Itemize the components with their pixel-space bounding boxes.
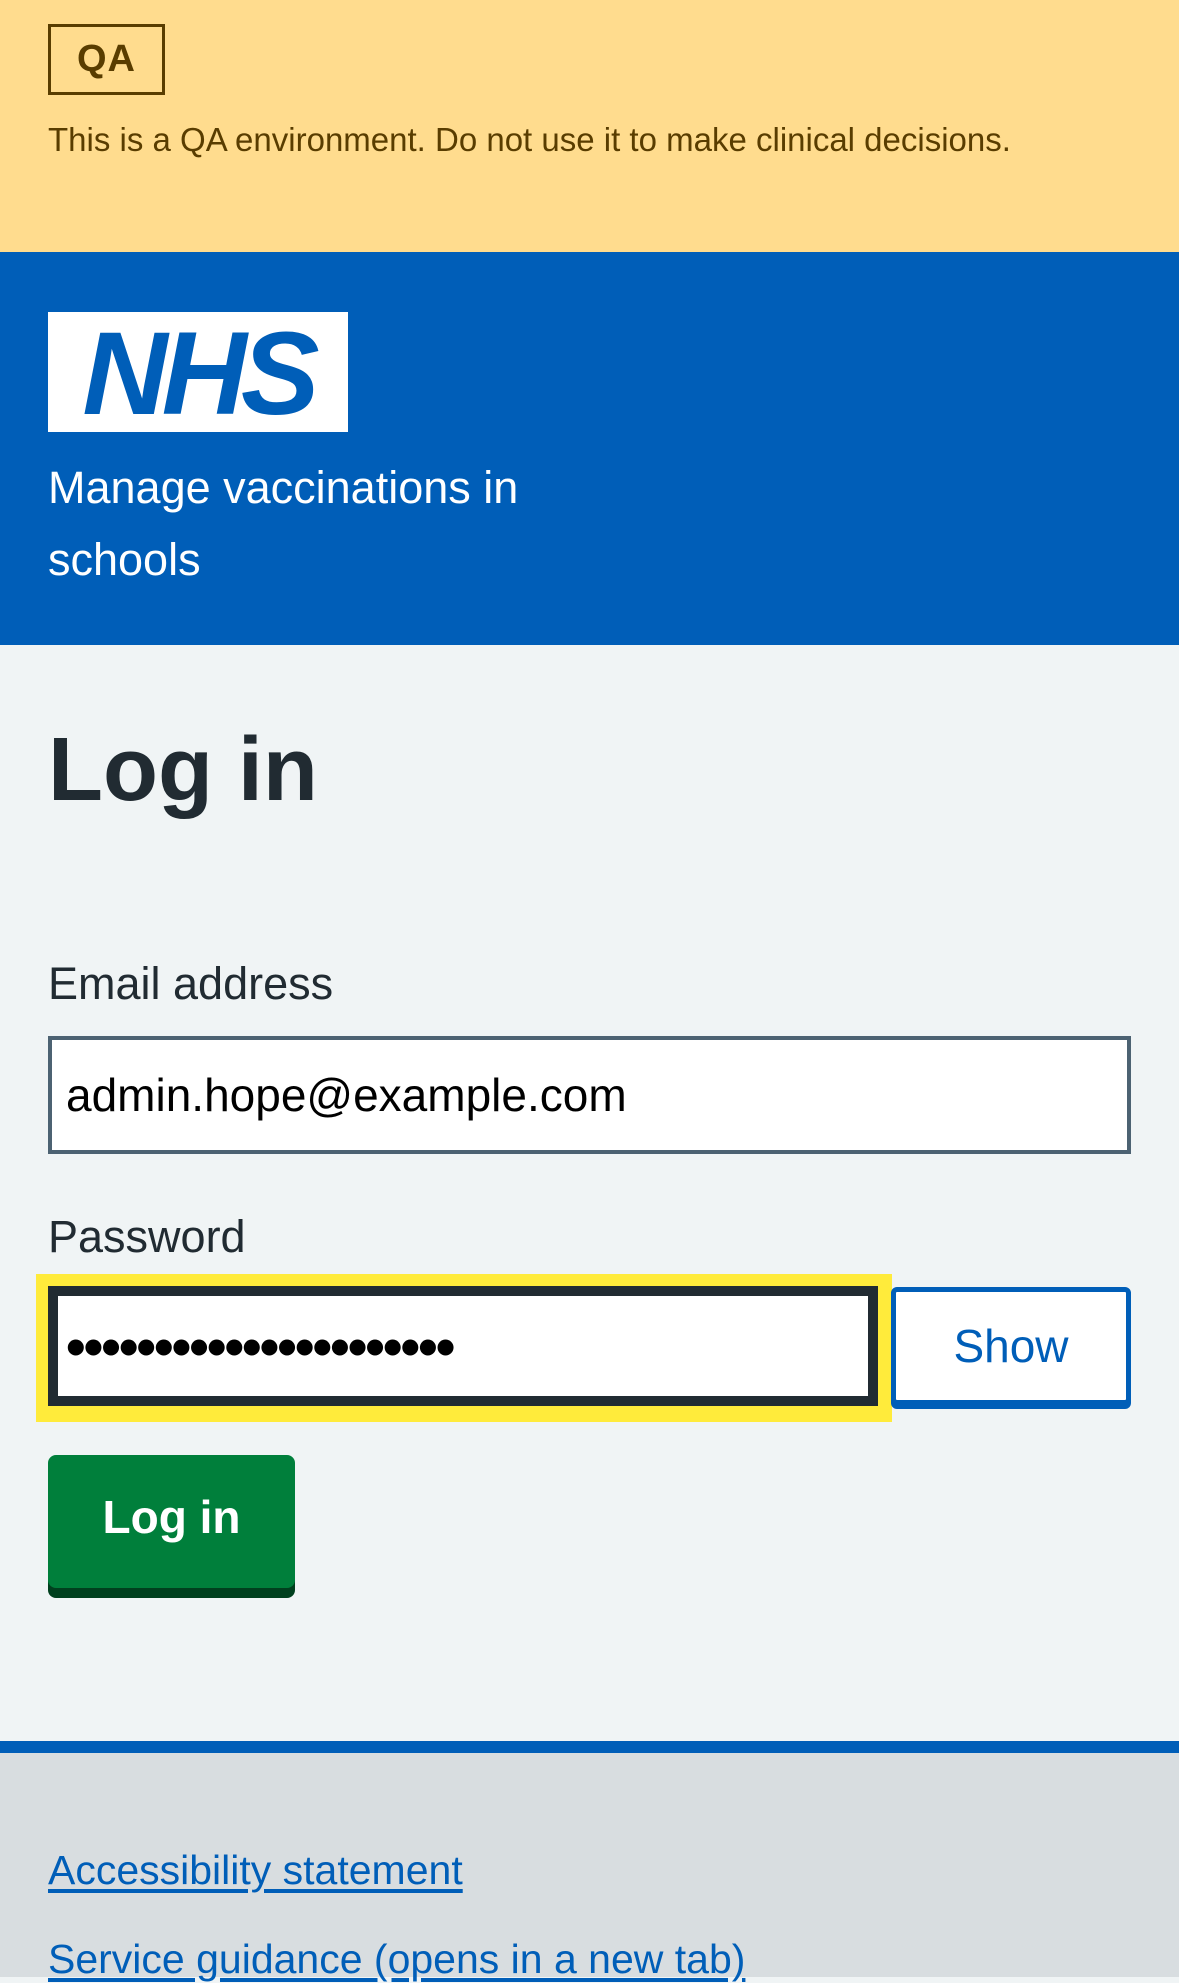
password-label: Password	[48, 1211, 246, 1262]
email-field[interactable]	[48, 1036, 1131, 1154]
show-password-button[interactable]: Show	[891, 1287, 1131, 1405]
site-header: NHS Manage vaccinations in schools	[0, 252, 1179, 645]
qa-environment-banner: QA This is a QA environment. Do not use …	[0, 0, 1179, 252]
service-name[interactable]: Manage vaccinations in schools	[48, 452, 648, 596]
footer-link-service-guidance[interactable]: Service guidance (opens in a new tab)	[48, 1936, 745, 1983]
main-content: Log in Email address Password ••••••••••…	[0, 645, 1179, 1741]
nhs-logo[interactable]: NHS	[48, 308, 348, 440]
qa-tag: QA	[48, 24, 165, 95]
nhs-logo-text: NHS	[82, 308, 319, 440]
footer-link-accessibility-statement[interactable]: Accessibility statement	[48, 1847, 463, 1894]
password-field[interactable]: ••••••••••••••••••••••	[48, 1286, 878, 1406]
page-title: Log in	[48, 720, 318, 820]
qa-warning-message: This is a QA environment. Do not use it …	[48, 121, 1011, 158]
email-label: Email address	[48, 958, 334, 1009]
login-button[interactable]: Log in	[48, 1455, 295, 1588]
site-footer: Accessibility statement Service guidance…	[0, 1741, 1179, 1982]
